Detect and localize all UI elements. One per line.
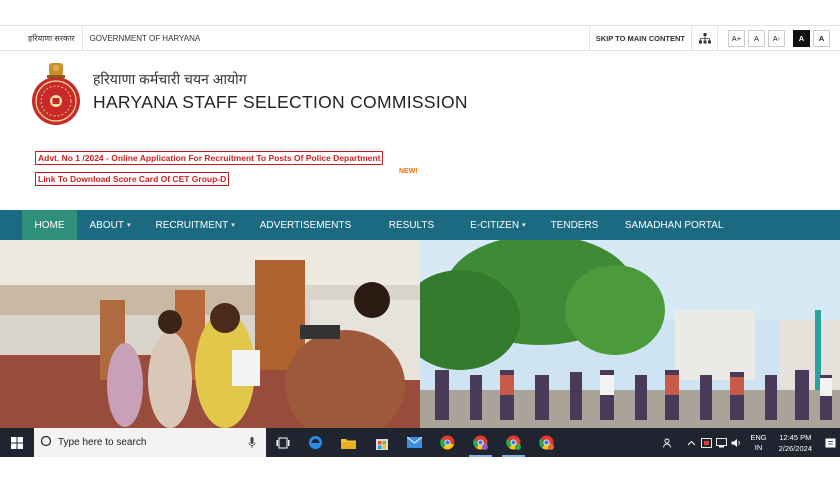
language-code: ENG (750, 432, 767, 442)
system-tray: ENG IN 12:45 PM 2/26/2024 (661, 428, 840, 457)
nav-label: RESULTS (388, 219, 435, 231)
font-increase-button[interactable]: A+ (728, 29, 745, 47)
nav-recruitment[interactable]: RECRUITMENT ▾ (143, 210, 247, 240)
chrome-profile-icon[interactable] (530, 428, 563, 457)
utility-bar: हरियाणा सरकार GOVERNMENT OF HARYANA SKIP… (0, 25, 840, 51)
score-card-link[interactable]: Link To Download Score Card Of CET Group… (35, 172, 230, 186)
nav-label: SAMADHAN PORTAL (624, 219, 724, 231)
language-indicator[interactable]: ENG IN (750, 433, 766, 453)
nav-samadhan-portal[interactable]: SAMADHAN PORTAL (611, 210, 736, 240)
clock-date: 2/26/2024 (778, 443, 812, 453)
nav-advertisements[interactable]: ADVERTISEMENTS (247, 210, 364, 240)
chrome-profile-icon[interactable] (497, 428, 530, 457)
antivirus-icon[interactable] (699, 428, 714, 457)
edge-browser-icon[interactable] (299, 428, 332, 457)
windows-start-icon[interactable] (0, 428, 34, 457)
region-code: IN (754, 442, 763, 452)
font-normal-button[interactable]: A (748, 29, 765, 47)
mail-icon[interactable] (398, 428, 431, 457)
advertisement-link[interactable]: Advt. No 1 /2024 - Online Application Fo… (35, 151, 384, 165)
people-icon[interactable] (661, 428, 676, 457)
nav-about[interactable]: ABOUT ▾ (77, 210, 143, 240)
chevron-up-icon[interactable] (684, 428, 699, 457)
haryana-emblem-logo[interactable] (30, 60, 82, 126)
nav-tenders[interactable]: TENDERS (538, 210, 611, 240)
nav-label: E-CITIZEN (470, 219, 520, 231)
notification-center-icon[interactable] (820, 428, 840, 457)
search-icon (40, 434, 52, 452)
nav-label: RECRUITMENT (155, 219, 229, 231)
task-view-icon[interactable] (266, 428, 299, 457)
skip-to-main-content-link[interactable]: SKIP TO MAIN CONTENT (588, 26, 692, 50)
nav-results[interactable]: RESULTS (364, 210, 450, 240)
font-decrease-button[interactable]: A- (768, 29, 785, 47)
light-contrast-button[interactable]: A (813, 29, 830, 47)
microphone-icon[interactable] (248, 436, 256, 454)
chrome-profile-icon[interactable] (464, 428, 497, 457)
nav-home[interactable]: HOME (22, 210, 77, 240)
file-explorer-icon[interactable] (332, 428, 365, 457)
sitemap-icon[interactable] (692, 26, 718, 50)
divider (81, 26, 83, 50)
chevron-down-icon: ▾ (522, 222, 526, 229)
commission-title-english: HARYANA STAFF SELECTION COMMISSION (93, 92, 468, 112)
candidates-indoor-photo (0, 240, 420, 428)
nav-label: TENDERS (550, 219, 599, 231)
dark-contrast-button[interactable]: A (793, 29, 810, 47)
nav-label: ADVERTISEMENTS (259, 219, 352, 231)
taskbar-search-box[interactable]: Type here to search (34, 428, 266, 457)
nav-label: HOME (34, 219, 65, 231)
volume-icon[interactable] (729, 428, 744, 457)
new-badge: NEW! (399, 168, 418, 175)
nav-e-citizen[interactable]: E-CITIZEN ▾ (450, 210, 538, 240)
nav-label: ABOUT (89, 219, 124, 231)
chevron-down-icon: ▾ (231, 222, 235, 229)
main-navigation: HOME ABOUT ▾ RECRUITMENT ▾ ADVERTISEMENTS … (0, 210, 840, 240)
chevron-down-icon: ▾ (126, 222, 131, 229)
search-placeholder: Type here to search (58, 437, 147, 448)
candidates-outdoor-photo (420, 240, 840, 428)
commission-title-hindi: हरियाणा कर्मचारी चयन आयोग (93, 71, 247, 87)
windows-taskbar: Type here to search ENG IN 12:45 PM 2/26… (0, 428, 840, 457)
hindi-government-label: हरियाणा सरकार (28, 33, 75, 43)
hero-banner (0, 240, 840, 428)
store-icon[interactable] (365, 428, 398, 457)
network-icon[interactable] (714, 428, 729, 457)
system-clock[interactable]: 12:45 PM 2/26/2024 (779, 432, 812, 454)
chrome-icon[interactable] (431, 428, 464, 457)
clock-time: 12:45 PM (779, 432, 812, 442)
government-label: GOVERNMENT OF HARYANA (89, 33, 201, 43)
